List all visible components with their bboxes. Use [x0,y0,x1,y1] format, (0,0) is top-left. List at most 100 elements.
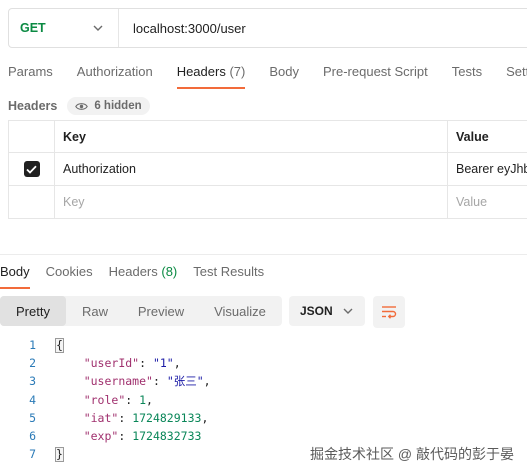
line-number: 3 [29,374,36,389]
line-number: 7 [29,447,36,462]
line-number: 6 [29,429,36,444]
view-raw-button[interactable]: Raw [66,296,124,326]
headers-table: Key Value Authorization Bearer eyJhb Key… [8,120,527,219]
code-line: 4 "role": 1, [0,391,211,409]
json-key: "username" [83,374,153,389]
hidden-count: 6 hidden [94,100,142,112]
tab-label: Cookies [45,264,93,279]
tab-body[interactable]: Body [269,64,299,88]
format-label: JSON [300,304,333,318]
line-number: 4 [29,392,36,407]
code-text: "iat": 1724829133, [83,410,209,425]
check-icon [26,165,37,174]
chevron-down-icon [93,25,103,31]
tab-label: Body [0,264,30,279]
new-key-input[interactable]: Key [54,185,448,219]
tab-count: (8) [161,264,178,279]
watermark: 掘金技术社区 @ 敲代码的彭于晏 [310,446,514,462]
code-text: "role": 1, [83,392,153,407]
line-number: 5 [29,410,36,425]
tab-params[interactable]: Params [8,64,53,88]
line-number: 2 [29,356,36,371]
chevron-down-icon [343,308,353,314]
open-brace: { [55,338,64,354]
response-tab-headers[interactable]: Headers (8) [109,264,178,286]
headers-subheader: Headers 6 hidden [8,96,150,116]
json-value: 1724829133 [132,410,202,425]
column-header-value: Value [447,120,527,153]
format-select[interactable]: JSON [289,296,365,326]
code-text: "exp": 1724832733 [83,429,202,444]
response-tabs: Body Cookies Headers (8) Test Results [0,264,280,289]
line-number: 1 [29,338,36,353]
code-line: 1 { [0,336,211,354]
tab-label: Authorization [76,64,153,79]
code-text: } [55,447,64,463]
code-line: 6 "exp": 1724832733 [0,427,211,445]
table-header-row: Key Value [8,120,527,153]
table-row-empty: Key Value [8,185,527,219]
headers-title: Headers [8,99,58,113]
code-line: 5 "iat": 1724829133, [0,409,211,427]
json-value: "张三" [166,374,204,389]
code-text: "userId": "1", [83,356,181,371]
url-input[interactable]: localhost:3000/user [119,21,246,36]
response-tab-cookies[interactable]: Cookies [46,264,93,286]
response-body-code[interactable]: 1 { 2 "userId": "1", 3 "username": "张三",… [0,336,211,463]
divider [0,254,527,255]
tab-count: (7) [229,64,246,79]
hidden-headers-toggle[interactable]: 6 hidden [67,97,150,115]
tab-authorization[interactable]: Authorization [77,64,153,88]
json-value: 1 [139,392,147,407]
json-value: 1724832733 [132,429,202,444]
json-comma: , [146,392,153,407]
view-mode-group: Pretty Raw Preview Visualize [0,296,282,326]
row-check-cell [8,185,55,219]
header-value-cell[interactable]: Bearer eyJhb [447,152,527,186]
tab-label: Test Results [193,264,265,279]
method-label: GET [20,21,46,35]
method-select[interactable]: GET [9,9,119,47]
tab-settings[interactable]: Setti [506,64,527,88]
code-line: 7 } [0,445,211,463]
request-tabs: Params Authorization Headers (7) Body Pr… [8,64,527,89]
new-value-input[interactable]: Value [447,185,527,219]
json-key: "role" [83,392,126,407]
code-text: { [55,338,64,354]
column-header-key: Key [54,120,448,153]
tab-label: Headers [108,264,158,279]
header-enabled-checkbox[interactable] [23,161,40,177]
tab-label: Body [269,64,299,79]
tab-tests[interactable]: Tests [452,64,482,88]
wrap-lines-icon [382,306,397,319]
code-line: 2 "userId": "1", [0,354,211,372]
json-key: "iat" [83,410,119,425]
row-check-cell [8,152,55,186]
code-text: "username": "张三", [83,374,211,389]
url-bar: GET localhost:3000/user [8,8,527,48]
tab-label: Headers [176,64,226,79]
json-comma: , [173,356,181,371]
tab-label: Setti [506,64,527,79]
json-comma: , [201,410,209,425]
close-brace: } [55,447,64,463]
tab-pre-request-script[interactable]: Pre-request Script [323,64,428,88]
wrap-lines-button[interactable] [373,296,405,328]
header-key-cell[interactable]: Authorization [54,152,448,186]
table-row: Authorization Bearer eyJhb [8,152,527,186]
json-key: "userId" [83,356,140,371]
table-header-check [8,120,55,153]
view-pretty-button[interactable]: Pretty [0,296,66,326]
eye-icon [75,102,89,110]
json-comma: , [203,374,211,389]
code-line: 3 "username": "张三", [0,372,211,390]
tab-label: Params [8,64,53,79]
tab-label: Pre-request Script [322,64,428,79]
response-tab-body[interactable]: Body [0,264,30,289]
view-preview-button[interactable]: Preview [124,296,198,326]
tab-headers[interactable]: Headers (7) [176,64,246,89]
response-tab-test-results[interactable]: Test Results [193,264,264,286]
json-key: "exp" [83,429,119,444]
view-visualize-button[interactable]: Visualize [198,296,282,326]
tab-label: Tests [451,64,483,79]
